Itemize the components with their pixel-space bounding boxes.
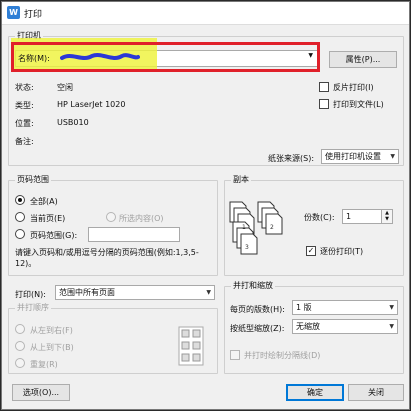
comment-label: 备注: bbox=[15, 137, 34, 146]
page-range-pages-radio[interactable] bbox=[15, 229, 25, 239]
chevron-down-icon: ▼ bbox=[206, 289, 211, 296]
draw-borders-checkbox[interactable] bbox=[230, 350, 240, 360]
print-dialog: W 打印 打印机 ▼ 名称(M): 属性(P)... 状态: 空闲 类型: HP… bbox=[1, 1, 410, 410]
properties-button[interactable]: 属性(P)... bbox=[329, 51, 397, 68]
status-value: 空闲 bbox=[57, 83, 73, 92]
title-bar: W 打印 bbox=[2, 2, 409, 25]
page-range-input[interactable] bbox=[88, 227, 180, 242]
chevron-down-icon: ▼ bbox=[390, 153, 395, 160]
print-what-value: 范围中所有页面 bbox=[59, 288, 115, 297]
svg-text:1: 1 bbox=[242, 224, 246, 231]
highlight-box bbox=[11, 42, 320, 72]
order-repeat-label: 重复(R) bbox=[30, 360, 58, 369]
type-label: 类型: bbox=[15, 101, 34, 110]
ok-button[interactable]: 确定 bbox=[286, 384, 344, 401]
scale-select[interactable]: 无缩放 ▼ bbox=[292, 319, 398, 334]
page-range-selection-label: 所选内容(O) bbox=[119, 214, 164, 223]
chevron-down-icon: ▼ bbox=[389, 304, 394, 311]
print-what-select[interactable]: 范围中所有页面 ▼ bbox=[55, 285, 215, 300]
draw-borders-label: 并打时绘制分隔线(D) bbox=[244, 351, 321, 360]
chevron-down-icon: ▼ bbox=[389, 323, 394, 330]
copies-spinner[interactable]: ▲ ▼ bbox=[382, 209, 393, 224]
close-button[interactable]: 关闭 bbox=[348, 384, 404, 401]
page-range-title: 页码范围 bbox=[15, 174, 51, 185]
collate-pages-icon: 1 2 3 bbox=[229, 201, 283, 255]
collate-checkbox[interactable]: ✓ bbox=[306, 246, 316, 256]
reverse-print-label: 反片打印(I) bbox=[333, 83, 374, 92]
page-range-pages-label: 页码范围(G): bbox=[30, 231, 78, 240]
order-top-bottom-radio[interactable] bbox=[15, 341, 25, 351]
reverse-print-checkbox[interactable] bbox=[319, 82, 329, 92]
scale-value: 无缩放 bbox=[296, 322, 320, 331]
order-left-right-label: 从左到右(F) bbox=[30, 326, 73, 335]
order-top-bottom-label: 从上到下(B) bbox=[30, 343, 74, 352]
zoom-title: 并打和缩放 bbox=[231, 280, 275, 291]
print-order-title: 并打顺序 bbox=[15, 302, 51, 313]
options-button[interactable]: 选项(O)... bbox=[12, 384, 70, 401]
type-value: HP LaserJet 1020 bbox=[57, 100, 126, 109]
page-range-current-label: 当前页(E) bbox=[30, 214, 66, 223]
order-left-right-radio[interactable] bbox=[15, 324, 25, 334]
status-label: 状态: bbox=[15, 83, 34, 92]
page-range-current-radio[interactable] bbox=[15, 212, 25, 222]
collate-label: 逐份打印(T) bbox=[320, 247, 364, 256]
page-range-all-label: 全部(A) bbox=[30, 197, 58, 206]
svg-text:3: 3 bbox=[245, 244, 249, 251]
copies-label: 份数(C): bbox=[304, 213, 335, 222]
order-preview-icon bbox=[178, 326, 204, 366]
page-range-hint: 请键入页码和/或用逗号分隔的页码范围(例如:1,3,5-12)。 bbox=[15, 248, 199, 268]
page-range-all-radio[interactable] bbox=[15, 195, 25, 205]
where-label: 位置: bbox=[15, 119, 34, 128]
paper-source-select[interactable]: 使用打印机设置 ▼ bbox=[321, 149, 399, 164]
app-icon: W bbox=[7, 6, 20, 19]
pages-per-sheet-label: 每页的版数(H): bbox=[230, 305, 285, 314]
paper-source-value: 使用打印机设置 bbox=[325, 152, 381, 161]
copies-input[interactable]: 1 bbox=[342, 209, 382, 224]
order-repeat-radio[interactable] bbox=[15, 358, 25, 368]
page-range-selection-radio[interactable] bbox=[106, 212, 116, 222]
print-to-file-checkbox[interactable] bbox=[319, 99, 329, 109]
print-what-label: 打印(N): bbox=[15, 290, 46, 299]
paper-source-label: 纸张来源(S): bbox=[268, 154, 315, 163]
copies-title: 副本 bbox=[231, 174, 251, 185]
print-to-file-label: 打印到文件(L) bbox=[333, 100, 384, 109]
window-title: 打印 bbox=[24, 10, 43, 20]
pages-per-sheet-select[interactable]: 1 版 ▼ bbox=[292, 300, 398, 315]
where-value: USB010 bbox=[57, 118, 89, 127]
svg-text:2: 2 bbox=[270, 224, 274, 231]
scale-label: 按纸型缩放(Z): bbox=[230, 324, 285, 333]
pages-per-sheet-value: 1 版 bbox=[296, 303, 312, 312]
